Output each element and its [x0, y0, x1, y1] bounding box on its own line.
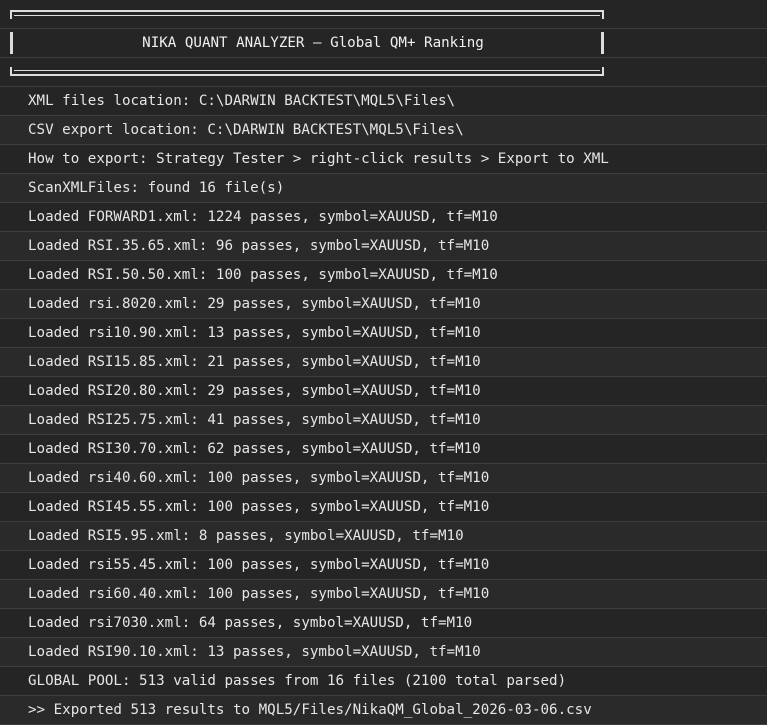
- log-list: NIKA QUANT ANALYZER — Global QM+ Ranking…: [0, 0, 767, 725]
- log-text: ScanXMLFiles: found 16 file(s): [28, 180, 285, 196]
- log-text: Loaded rsi40.60.xml: 100 passes, symbol=…: [28, 470, 490, 486]
- log-row[interactable]: Loaded rsi.8020.xml: 29 passes, symbol=X…: [0, 290, 767, 319]
- log-text: Loaded rsi60.40.xml: 100 passes, symbol=…: [28, 586, 490, 602]
- log-text: Loaded RSI.35.65.xml: 96 passes, symbol=…: [28, 238, 490, 254]
- banner-title-row: NIKA QUANT ANALYZER — Global QM+ Ranking: [0, 29, 767, 58]
- log-row[interactable]: CSV export location: C:\DARWIN BACKTEST\…: [0, 116, 767, 145]
- log-text: Loaded RSI45.55.xml: 100 passes, symbol=…: [28, 499, 490, 515]
- log-text: Loaded RSI90.10.xml: 13 passes, symbol=X…: [28, 644, 481, 660]
- log-row[interactable]: Loaded RSI20.80.xml: 29 passes, symbol=X…: [0, 377, 767, 406]
- log-row[interactable]: Loaded FORWARD1.xml: 1224 passes, symbol…: [0, 203, 767, 232]
- log-text: How to export: Strategy Tester > right-c…: [28, 151, 609, 167]
- log-text: Loaded RSI15.85.xml: 21 passes, symbol=X…: [28, 354, 481, 370]
- banner-frame-bottom: [8, 58, 606, 86]
- log-text: >> Exported 513 results to MQL5/Files/Ni…: [28, 702, 592, 718]
- log-text: Loaded RSI20.80.xml: 29 passes, symbol=X…: [28, 383, 481, 399]
- app-title: NIKA QUANT ANALYZER — Global QM+ Ranking: [142, 35, 484, 51]
- log-text: Loaded RSI30.70.xml: 62 passes, symbol=X…: [28, 441, 481, 457]
- log-row[interactable]: Loaded rsi55.45.xml: 100 passes, symbol=…: [0, 551, 767, 580]
- log-row[interactable]: >> Exported 513 results to MQL5/Files/Ni…: [0, 696, 767, 725]
- log-row[interactable]: Loaded rsi7030.xml: 64 passes, symbol=XA…: [0, 609, 767, 638]
- log-row[interactable]: Loaded rsi60.40.xml: 100 passes, symbol=…: [0, 580, 767, 609]
- log-text: Loaded rsi55.45.xml: 100 passes, symbol=…: [28, 557, 490, 573]
- banner-top-border: [0, 0, 767, 29]
- log-text: CSV export location: C:\DARWIN BACKTEST\…: [28, 122, 464, 138]
- log-text: GLOBAL POOL: 513 valid passes from 16 fi…: [28, 673, 567, 689]
- log-row[interactable]: Loaded RSI45.55.xml: 100 passes, symbol=…: [0, 493, 767, 522]
- log-row[interactable]: Loaded RSI5.95.xml: 8 passes, symbol=XAU…: [0, 522, 767, 551]
- log-text: Loaded FORWARD1.xml: 1224 passes, symbol…: [28, 209, 498, 225]
- log-row[interactable]: Loaded rsi10.90.xml: 13 passes, symbol=X…: [0, 319, 767, 348]
- banner-frame-top: [8, 0, 606, 28]
- log-text: Loaded RSI5.95.xml: 8 passes, symbol=XAU…: [28, 528, 464, 544]
- log-text: Loaded rsi7030.xml: 64 passes, symbol=XA…: [28, 615, 473, 631]
- banner-bottom-border: [0, 58, 767, 87]
- log-text: Loaded RSI25.75.xml: 41 passes, symbol=X…: [28, 412, 481, 428]
- log-text: Loaded rsi.8020.xml: 29 passes, symbol=X…: [28, 296, 481, 312]
- log-row[interactable]: GLOBAL POOL: 513 valid passes from 16 fi…: [0, 667, 767, 696]
- log-row[interactable]: Loaded RSI90.10.xml: 13 passes, symbol=X…: [0, 638, 767, 667]
- log-text: Loaded rsi10.90.xml: 13 passes, symbol=X…: [28, 325, 481, 341]
- log-row[interactable]: Loaded RSI30.70.xml: 62 passes, symbol=X…: [0, 435, 767, 464]
- log-row[interactable]: Loaded RSI15.85.xml: 21 passes, symbol=X…: [0, 348, 767, 377]
- log-row[interactable]: ScanXMLFiles: found 16 file(s): [0, 174, 767, 203]
- banner-frame-middle: NIKA QUANT ANALYZER — Global QM+ Ranking: [8, 29, 606, 57]
- log-row[interactable]: How to export: Strategy Tester > right-c…: [0, 145, 767, 174]
- log-row[interactable]: Loaded rsi40.60.xml: 100 passes, symbol=…: [0, 464, 767, 493]
- log-text: XML files location: C:\DARWIN BACKTEST\M…: [28, 93, 456, 109]
- log-row[interactable]: XML files location: C:\DARWIN BACKTEST\M…: [0, 87, 767, 116]
- log-row[interactable]: Loaded RSI25.75.xml: 41 passes, symbol=X…: [0, 406, 767, 435]
- log-row[interactable]: Loaded RSI.50.50.xml: 100 passes, symbol…: [0, 261, 767, 290]
- log-text: Loaded RSI.50.50.xml: 100 passes, symbol…: [28, 267, 498, 283]
- log-row[interactable]: Loaded RSI.35.65.xml: 96 passes, symbol=…: [0, 232, 767, 261]
